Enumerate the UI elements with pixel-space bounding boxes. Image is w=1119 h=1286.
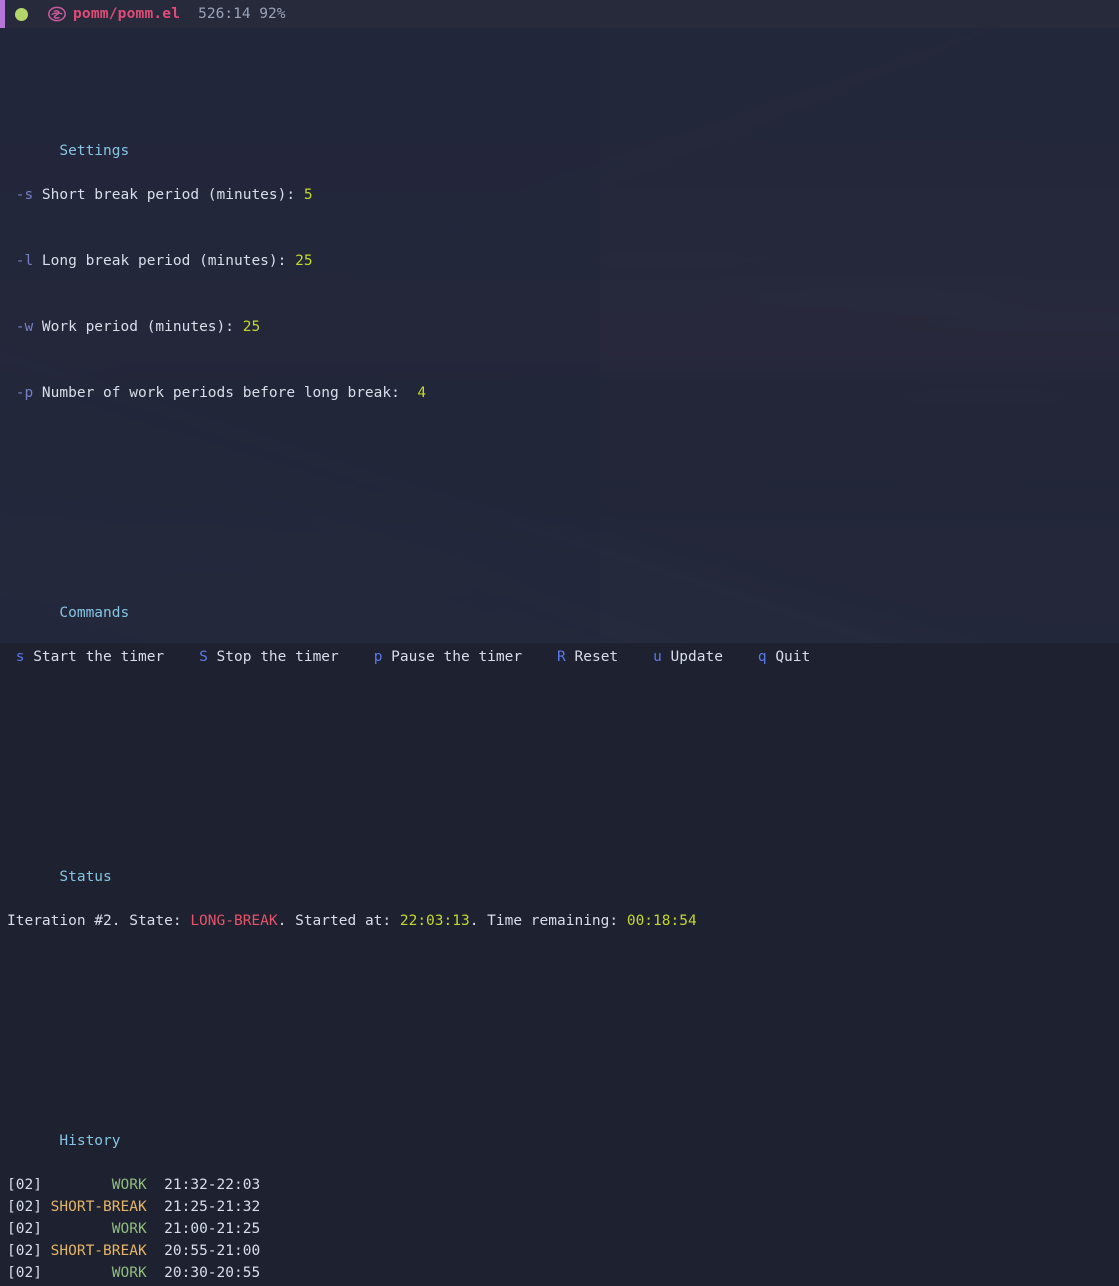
history-row: [02] WORK 21:32-22:03 <box>7 1174 1119 1196</box>
history-iteration: [02] <box>7 1265 51 1281</box>
history-kind-padding <box>51 1177 112 1193</box>
history-row: [02] SHORT-BREAK 20:55-21:00 <box>7 1240 1119 1262</box>
settings-heading: Settings <box>7 118 1119 140</box>
command-key-reset[interactable]: R <box>557 649 566 665</box>
history-kind-badge: WORK <box>112 1265 147 1281</box>
status-heading-text: Status <box>59 869 111 885</box>
history-row: [02] WORK 21:00-21:25 <box>7 1218 1119 1240</box>
history-kind-padding <box>51 1265 112 1281</box>
setting-flag: -p <box>16 385 33 401</box>
command-key-update[interactable]: u <box>653 649 662 665</box>
command-key-quit[interactable]: q <box>758 649 767 665</box>
status-iteration-prefix: Iteration #2. State: <box>7 913 190 929</box>
command-key-start[interactable]: s <box>16 649 25 665</box>
status-time-remaining: 00:18:54 <box>627 913 697 929</box>
command-label-stop[interactable]: Stop the timer <box>217 649 339 665</box>
history-kind-badge: SHORT-BREAK <box>51 1199 147 1215</box>
setting-row-work-period[interactable]: -w Work period (minutes): 25 <box>7 316 1119 338</box>
setting-flag: -s <box>16 187 33 203</box>
command-label-quit[interactable]: Quit <box>775 649 810 665</box>
tab-position-indicator: 526:14 92% <box>198 3 285 25</box>
setting-flag: -w <box>16 319 33 335</box>
terminal-window: pomm/pomm.el 526:14 92% Settings -s Shor… <box>0 0 1119 643</box>
status-heading: Status <box>7 844 1119 866</box>
tab-title[interactable]: pomm/pomm.el <box>73 3 180 25</box>
history-row: [02] SHORT-BREAK 21:25-21:32 <box>7 1196 1119 1218</box>
command-key-pause[interactable]: p <box>374 649 383 665</box>
commands-row: s Start the timer S Stop the timer p Pau… <box>7 646 1119 668</box>
setting-label: Work period (minutes): <box>33 319 243 335</box>
setting-row-short-break[interactable]: -s Short break period (minutes): 5 <box>7 184 1119 206</box>
history-time-range: 20:55-21:00 <box>147 1243 261 1259</box>
history-time-range: 21:25-21:32 <box>147 1199 261 1215</box>
commands-heading-text: Commands <box>59 605 129 621</box>
history-iteration: [02] <box>7 1221 51 1237</box>
spacer <box>7 734 1119 756</box>
tab-bar: pomm/pomm.el 526:14 92% <box>0 0 1119 28</box>
history-list: [02] WORK 21:32-22:03[02] SHORT-BREAK 21… <box>7 1174 1119 1286</box>
history-heading: History <box>7 1108 1119 1130</box>
commands-heading: Commands <box>7 580 1119 602</box>
history-iteration: [02] <box>7 1177 51 1193</box>
spacer <box>7 470 1119 492</box>
buffer-content: Settings -s Short break period (minutes)… <box>0 28 1119 1286</box>
history-kind-badge: WORK <box>112 1177 147 1193</box>
status-started-prefix: . Started at: <box>278 913 400 929</box>
command-label-reset[interactable]: Reset <box>575 649 619 665</box>
status-line: Iteration #2. State: LONG-BREAK. Started… <box>7 910 1119 932</box>
setting-value[interactable]: 25 <box>295 253 312 269</box>
history-iteration: [02] <box>7 1243 51 1259</box>
history-kind-badge: SHORT-BREAK <box>51 1243 147 1259</box>
setting-label: Long break period (minutes): <box>33 253 295 269</box>
settings-heading-text: Settings <box>59 143 129 159</box>
setting-label: Number of work periods before long break… <box>33 385 417 401</box>
history-row: [02] WORK 20:30-20:55 <box>7 1262 1119 1284</box>
emacs-logo-icon <box>48 5 66 23</box>
modified-status-dot <box>15 8 28 21</box>
setting-value[interactable]: 5 <box>304 187 313 203</box>
history-kind-padding <box>51 1221 112 1237</box>
history-heading-text: History <box>59 1133 120 1149</box>
command-key-stop[interactable]: S <box>199 649 208 665</box>
command-label-update[interactable]: Update <box>671 649 723 665</box>
setting-value[interactable]: 4 <box>417 385 426 401</box>
status-remaining-prefix: . Time remaining: <box>470 913 627 929</box>
history-time-range: 21:32-22:03 <box>147 1177 261 1193</box>
history-row: [02] SHORT-BREAK 20:25-20:30 <box>7 1284 1119 1286</box>
setting-flag: -l <box>16 253 33 269</box>
status-started-at: 22:03:13 <box>400 913 470 929</box>
history-time-range: 20:30-20:55 <box>147 1265 261 1281</box>
command-label-start[interactable]: Start the timer <box>33 649 164 665</box>
history-time-range: 21:00-21:25 <box>147 1221 261 1237</box>
setting-value[interactable]: 25 <box>243 319 260 335</box>
active-tab-accent-bar <box>0 0 5 28</box>
status-state-badge: LONG-BREAK <box>190 913 277 929</box>
setting-label: Short break period (minutes): <box>33 187 304 203</box>
spacer <box>7 998 1119 1020</box>
command-label-pause[interactable]: Pause the timer <box>391 649 522 665</box>
setting-row-periods-before-long-break[interactable]: -p Number of work periods before long br… <box>7 382 1119 404</box>
history-iteration: [02] <box>7 1199 51 1215</box>
setting-row-long-break[interactable]: -l Long break period (minutes): 25 <box>7 250 1119 272</box>
history-kind-badge: WORK <box>112 1221 147 1237</box>
